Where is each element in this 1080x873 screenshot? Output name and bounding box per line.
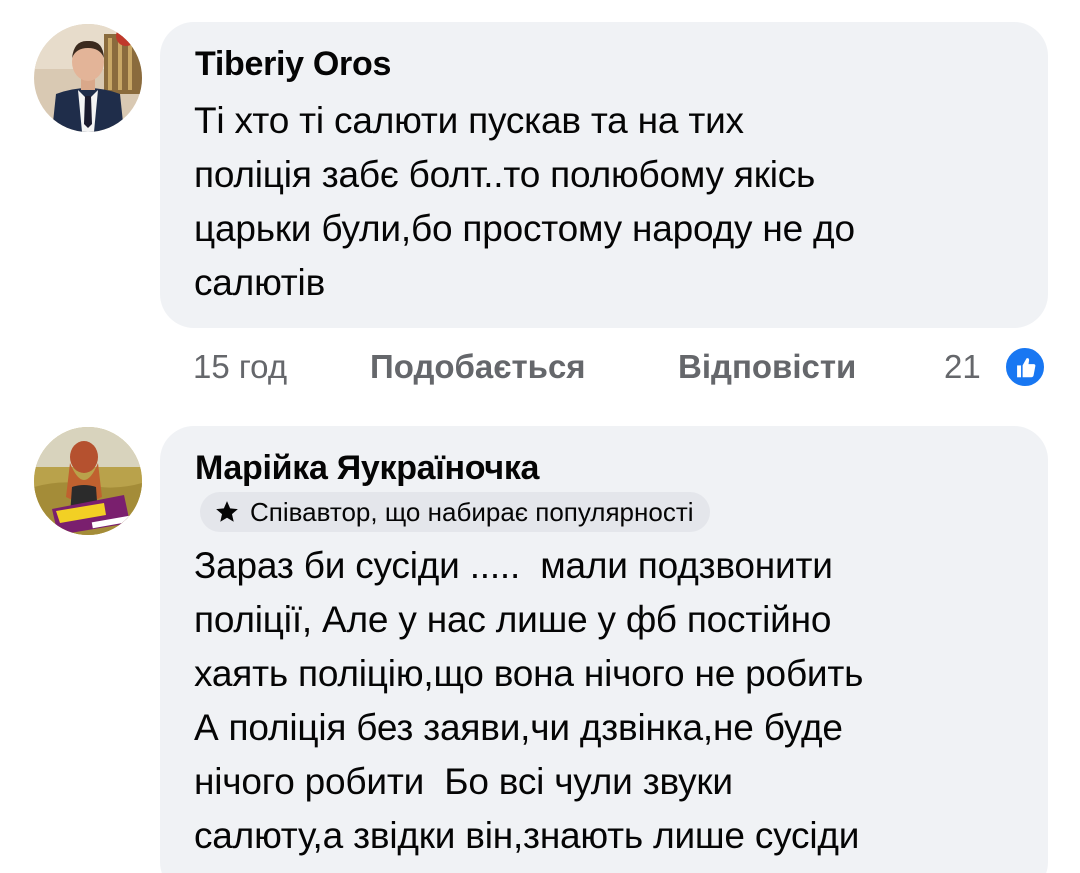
comment-text-line: поліція забє болт..то полюбому якісь bbox=[194, 154, 816, 195]
profile-photo-icon bbox=[34, 24, 142, 132]
reaction-count[interactable]: 21 bbox=[944, 348, 981, 386]
comment-text-line: салютів bbox=[194, 262, 326, 303]
comment-text: Зараз би сусіди ..... мали подзвонити по… bbox=[194, 539, 863, 863]
comment-text-line: А поліція без заяви,чи дзвінка,не буде bbox=[194, 707, 843, 748]
comment-text-line: Зараз би сусіди ..... мали подзвонити bbox=[194, 545, 833, 586]
comment-text-line: нічого робити Бо всі чули звуки bbox=[194, 761, 733, 802]
comment-actions: 15 год Подобається Відповісти 21 bbox=[193, 345, 1053, 395]
comment-text-line: салюту,а звідки він,знають лише сусіди bbox=[194, 815, 860, 856]
comment-text: Ті хто ті салюти пускав та на тих поліці… bbox=[194, 94, 855, 310]
rising-contributor-badge[interactable]: Співавтор, що набирає популярності bbox=[200, 492, 710, 532]
thumbs-up-icon bbox=[1017, 358, 1036, 378]
comment-author[interactable]: Марійка Яукраїночка bbox=[195, 449, 539, 488]
comment-timestamp[interactable]: 15 год bbox=[193, 348, 287, 386]
like-button[interactable]: Подобається bbox=[370, 348, 586, 386]
comment-text-line: Ті хто ті салюти пускав та на тих bbox=[194, 100, 744, 141]
comment-text-line: хаять поліцію,що вона нічого не робить bbox=[194, 653, 864, 694]
comment-text-line: поліції, Але у нас лише у фб постійно bbox=[194, 599, 832, 640]
comments-thread: Tiberiy Oros Ті хто ті салюти пускав та … bbox=[0, 0, 1080, 873]
avatar-tiberiy-oros[interactable] bbox=[34, 24, 142, 132]
comment-author[interactable]: Tiberiy Oros bbox=[195, 45, 391, 84]
profile-photo-icon bbox=[34, 427, 142, 535]
badge-label: Співавтор, що набирає популярності bbox=[250, 497, 694, 527]
comment-text-line: царьки були,бо простому народу не до bbox=[194, 208, 855, 249]
like-icon[interactable] bbox=[1003, 345, 1047, 389]
star-icon bbox=[216, 501, 238, 522]
reply-button[interactable]: Відповісти bbox=[678, 348, 856, 386]
avatar-mariika[interactable] bbox=[34, 427, 142, 535]
